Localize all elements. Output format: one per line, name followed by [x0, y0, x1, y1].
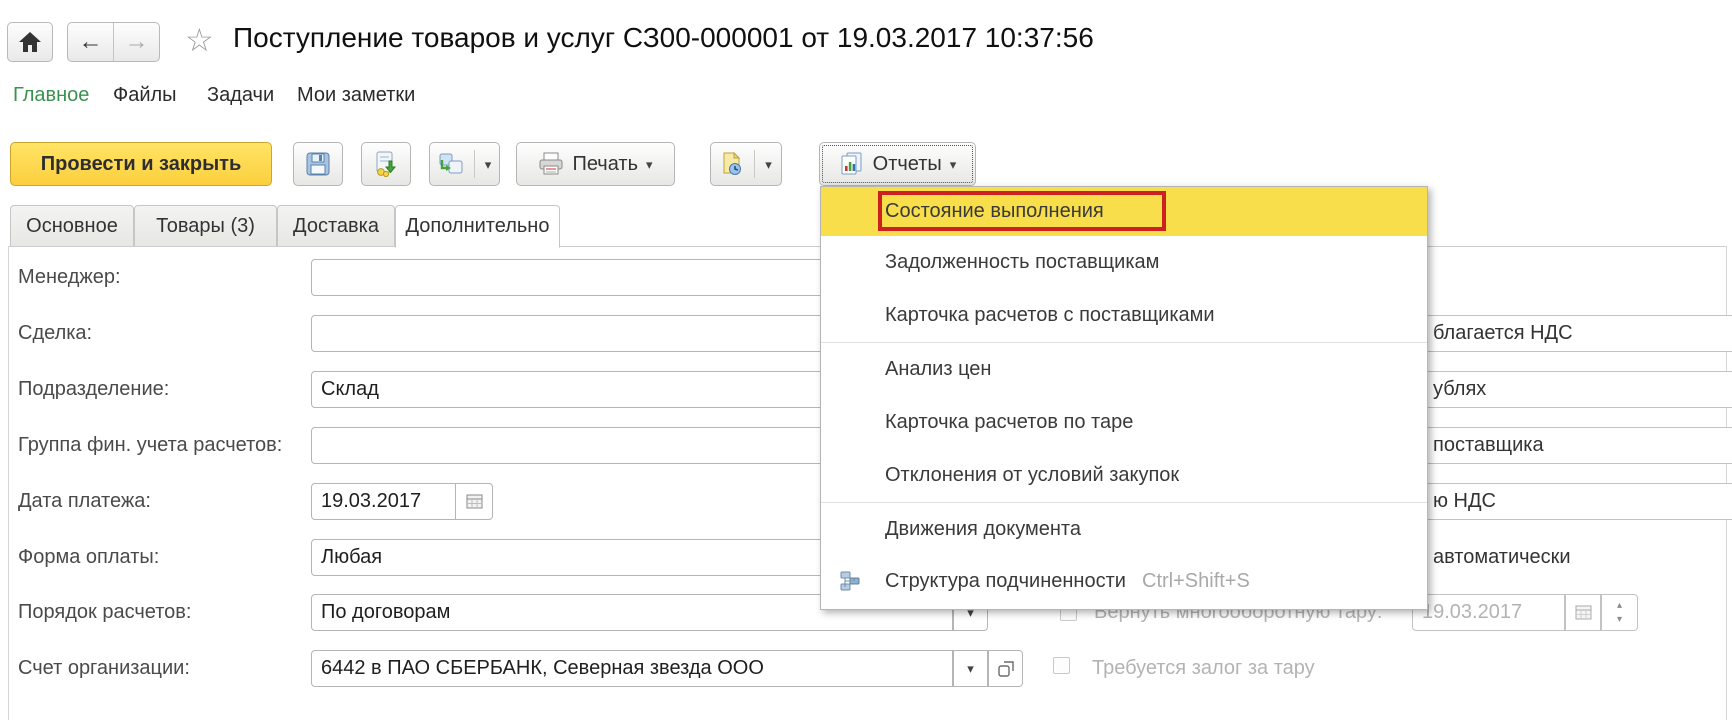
return-tare-date-spinner[interactable]: ▴ ▾ [1601, 594, 1638, 631]
tab-dostavka[interactable]: Доставка [277, 205, 395, 247]
menu-item-label: Задолженность поставщикам [885, 251, 1159, 274]
reports-icon [839, 151, 865, 177]
deposit-tare-label: Требуется залог за тару [1092, 650, 1315, 687]
field-label-sdelka: Сделка: [18, 315, 92, 352]
menu-item-label: Карточка расчетов по таре [885, 411, 1133, 434]
forward-button[interactable]: → [113, 23, 159, 61]
menu-item-zadolzhennost-postavshchikam[interactable]: Задолженность поставщикам [821, 236, 1427, 289]
home-button[interactable] [7, 22, 53, 62]
menu-item-analiz-tsen[interactable]: Анализ цен [821, 343, 1427, 396]
open-link-icon [998, 661, 1014, 677]
home-icon [18, 31, 42, 53]
right-fragment-currency: ублях [1433, 371, 1486, 408]
create-based-on-icon [438, 152, 464, 176]
tab-label: Дополнительно [406, 215, 550, 238]
calendar-icon [1575, 605, 1592, 620]
chevron-down-icon: ▾ [967, 662, 974, 675]
tab-dopolnitelno[interactable]: Дополнительно [395, 205, 560, 248]
org-account-open-button[interactable] [988, 650, 1023, 687]
tab-label: Товары (3) [156, 215, 255, 238]
save-button[interactable] [293, 142, 343, 186]
menu-item-dvizheniya-dokumenta[interactable]: Движения документа [821, 503, 1427, 556]
reports-label: Отчеты [873, 153, 942, 176]
favorite-star-icon[interactable]: ☆ [185, 24, 214, 56]
post-and-close-label: Провести и закрыть [41, 153, 242, 176]
field-label-fin-group: Группа фин. учета расчетов: [18, 427, 282, 464]
chevron-down-icon[interactable]: ▾ [485, 158, 492, 171]
nav-item-glavnoe[interactable]: Главное [13, 84, 89, 107]
chevron-down-icon[interactable]: ▾ [765, 158, 772, 171]
create-based-on-button[interactable]: ▾ [429, 142, 500, 186]
tab-tovary[interactable]: Товары (3) [134, 205, 277, 247]
menu-shortcut: Ctrl+Shift+S [1142, 570, 1250, 593]
button-separator [474, 150, 475, 178]
menu-item-label: Отклонения от условий закупок [885, 464, 1179, 487]
button-separator [754, 150, 755, 178]
forward-icon: → [125, 30, 149, 54]
calendar-icon [466, 494, 483, 509]
menu-item-kartochka-raschetov-po-tare[interactable]: Карточка расчетов по таре [821, 396, 1427, 449]
field-label-payment-form: Форма оплаты: [18, 539, 159, 576]
menu-item-label: Анализ цен [885, 358, 991, 381]
history-buttons: ← → [67, 22, 160, 62]
field-label-settlement-order: Порядок расчетов: [18, 594, 191, 631]
right-fragment-nds: благается НДС [1433, 315, 1573, 352]
nav-item-zadachi[interactable]: Задачи [207, 84, 274, 107]
field-label-manager: Менеджер: [18, 259, 121, 296]
menu-item-label: Движения документа [885, 518, 1081, 541]
spinner-down-icon[interactable]: ▾ [1617, 613, 1622, 627]
post-document-button[interactable] [361, 142, 411, 186]
red-annotation-box [878, 191, 1166, 231]
print-icon [538, 152, 564, 176]
field-label-org-account: Счет организации: [18, 650, 190, 687]
field-label-podrazdelenie: Подразделение: [18, 371, 169, 408]
right-fragment-supplier: поставщика [1433, 427, 1544, 464]
tab-label: Основное [26, 215, 118, 238]
reminder-button[interactable]: ▾ [710, 142, 782, 186]
menu-item-label: Карточка расчетов с поставщиками [885, 304, 1215, 327]
document-clock-icon [720, 152, 744, 176]
deposit-tare-checkbox[interactable] [1053, 657, 1070, 674]
tab-osnovnoe[interactable]: Основное [10, 205, 134, 247]
right-fragment-automatic: автоматически [1433, 539, 1571, 576]
menu-item-label: Структура подчиненности [885, 570, 1126, 593]
back-button[interactable]: ← [68, 23, 113, 61]
right-fragment-incl-nds: ю НДС [1433, 483, 1496, 520]
print-button[interactable]: Печать ▾ [516, 142, 675, 186]
tab-label: Доставка [293, 215, 379, 238]
menu-item-otkloneniya-ot-usloviy-zakupok[interactable]: Отклонения от условий закупок [821, 449, 1427, 502]
calendar-button[interactable] [455, 483, 493, 520]
org-account-field[interactable]: 6442 в ПАО СБЕРБАНК, Северная звезда ООО [311, 650, 953, 687]
menu-item-kartochka-raschetov-s-postavshchikami[interactable]: Карточка расчетов с поставщиками [821, 289, 1427, 342]
field-label-payment-date: Дата платежа: [18, 483, 151, 520]
page-title: Поступление товаров и услуг СЗ00-000001 … [233, 22, 1094, 54]
nav-item-moi-zametki[interactable]: Мои заметки [297, 84, 415, 107]
post-document-icon [373, 151, 399, 177]
org-account-dropdown-button[interactable]: ▾ [953, 650, 988, 687]
menu-item-struktura-podchinennosti[interactable]: Структура подчиненности Ctrl+Shift+S [821, 556, 1427, 606]
save-icon [305, 151, 331, 177]
return-tare-calendar-button[interactable] [1565, 594, 1601, 631]
chevron-down-icon[interactable]: ▾ [950, 158, 957, 171]
menu-item-sostoyanie-vypolneniya[interactable]: Состояние выполнения [821, 187, 1427, 236]
panel-border [8, 246, 9, 720]
print-label: Печать [572, 153, 638, 176]
hierarchy-icon [838, 569, 862, 593]
spinner-up-icon[interactable]: ▴ [1617, 599, 1622, 613]
payment-date-field[interactable]: 19.03.2017 [311, 483, 456, 520]
nav-item-faily[interactable]: Файлы [113, 84, 177, 107]
reports-button[interactable]: Отчеты ▾ [819, 142, 976, 186]
return-tare-date-field[interactable]: 19.03.2017 [1412, 594, 1565, 631]
back-icon: ← [79, 30, 103, 54]
app-window: ← → ☆ Поступление товаров и услуг СЗ00-0… [0, 0, 1732, 720]
post-and-close-button[interactable]: Провести и закрыть [10, 142, 272, 186]
reports-dropdown-menu: Состояние выполнения Задолженность поста… [820, 186, 1428, 610]
chevron-down-icon[interactable]: ▾ [646, 158, 653, 171]
